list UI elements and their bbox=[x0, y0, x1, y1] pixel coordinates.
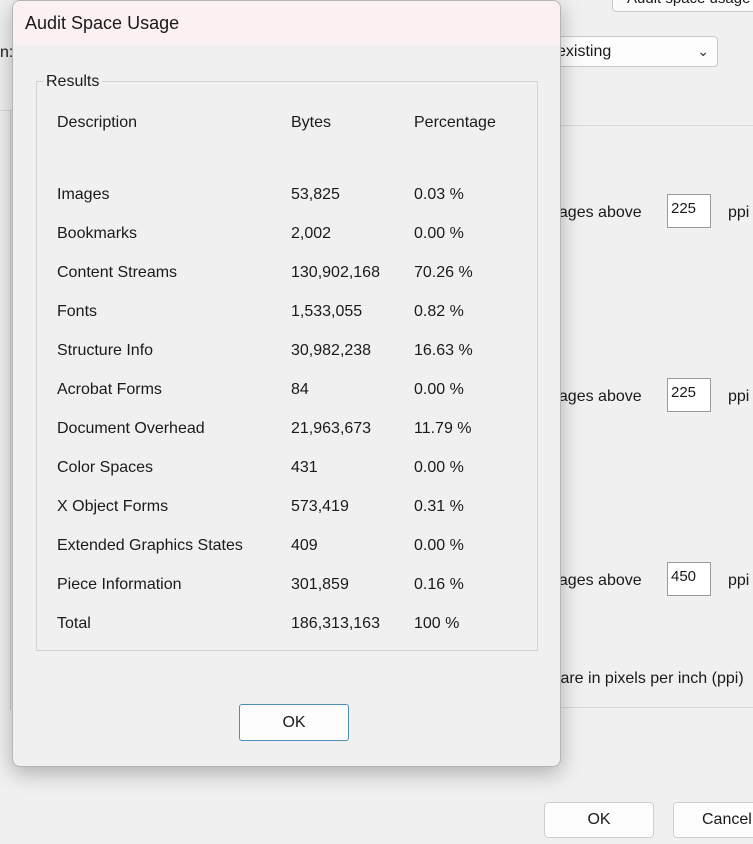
ppi-input[interactable]: 450 bbox=[667, 562, 711, 596]
row-description: Document Overhead bbox=[57, 420, 205, 437]
divider bbox=[10, 110, 11, 710]
row-description: Acrobat Forms bbox=[57, 381, 162, 398]
divider bbox=[540, 125, 753, 126]
row-bytes: 1,533,055 bbox=[291, 303, 363, 320]
row-bytes: 409 bbox=[291, 537, 318, 554]
dialog-title: Audit Space Usage bbox=[25, 13, 180, 33]
row-label: nages above bbox=[550, 388, 642, 405]
header-bytes: Bytes bbox=[291, 114, 332, 131]
row-percentage: 0.00 % bbox=[414, 381, 464, 398]
row-bytes: 30,982,238 bbox=[291, 342, 372, 359]
row-description: Bookmarks bbox=[57, 225, 138, 242]
chevron-down-icon: ⌄ bbox=[697, 43, 709, 59]
select-value: existing bbox=[557, 43, 612, 60]
units-note: s are in pixels per inch (ppi) bbox=[548, 670, 744, 687]
row-bytes: 84 bbox=[291, 381, 309, 398]
audit-space-usage-dialog: Audit Space Usage Results Description By… bbox=[12, 0, 561, 767]
row-bytes: 53,825 bbox=[291, 186, 340, 203]
cancel-button[interactable]: Cancel bbox=[673, 802, 753, 838]
row-description: Content Streams bbox=[57, 264, 178, 281]
row-percentage: 0.16 % bbox=[414, 576, 464, 593]
row-unit: ppi bbox=[728, 572, 750, 589]
row-percentage: 100 % bbox=[414, 615, 460, 632]
ppi-input[interactable]: 225 bbox=[667, 194, 711, 228]
row-percentage: 11.79 % bbox=[414, 420, 472, 437]
row-description: Fonts bbox=[57, 303, 98, 320]
row-label: nages above bbox=[550, 572, 642, 589]
row-description: Images bbox=[57, 186, 110, 203]
row-bytes: 2,002 bbox=[291, 225, 332, 242]
results-group: Results bbox=[36, 73, 538, 651]
row-label: nages above bbox=[550, 204, 642, 221]
header-description: Description bbox=[57, 114, 138, 131]
audit-space-usage-button[interactable]: Audit space usage bbox=[612, 0, 753, 12]
row-bytes: 186,313,163 bbox=[291, 615, 380, 632]
divider bbox=[540, 707, 753, 708]
row-description: Piece Information bbox=[57, 576, 182, 593]
row-bytes: 301,859 bbox=[291, 576, 349, 593]
header-percentage: Percentage bbox=[414, 114, 496, 131]
row-unit: ppi bbox=[728, 204, 750, 221]
background-select[interactable]: existing ⌄ bbox=[540, 36, 718, 67]
results-group-label: Results bbox=[43, 73, 103, 91]
row-percentage: 0.31 % bbox=[414, 498, 464, 515]
row-description: Structure Info bbox=[57, 342, 154, 359]
row-description: X Object Forms bbox=[57, 498, 169, 515]
row-percentage: 0.00 % bbox=[414, 537, 464, 554]
ppi-input[interactable]: 225 bbox=[667, 378, 711, 412]
row-percentage: 16.63 % bbox=[414, 342, 473, 359]
row-percentage: 0.82 % bbox=[414, 303, 464, 320]
row-percentage: 70.26 % bbox=[414, 264, 473, 281]
row-bytes: 431 bbox=[291, 459, 318, 476]
row-description: Total bbox=[57, 615, 91, 632]
row-percentage: 0.00 % bbox=[414, 225, 464, 242]
ok-button[interactable]: OK bbox=[544, 802, 654, 838]
row-description: Color Spaces bbox=[57, 459, 154, 476]
row-bytes: 21,963,673 bbox=[291, 420, 372, 437]
row-bytes: 130,902,168 bbox=[291, 264, 380, 281]
dialog-titlebar: Audit Space Usage bbox=[13, 1, 560, 45]
row-description: Extended Graphics States bbox=[57, 537, 243, 554]
row-bytes: 573,419 bbox=[291, 498, 349, 515]
row-percentage: 0.00 % bbox=[414, 459, 464, 476]
dialog-ok-button[interactable]: OK bbox=[239, 704, 349, 741]
row-percentage: 0.03 % bbox=[414, 186, 464, 203]
row-unit: ppi bbox=[728, 388, 750, 405]
